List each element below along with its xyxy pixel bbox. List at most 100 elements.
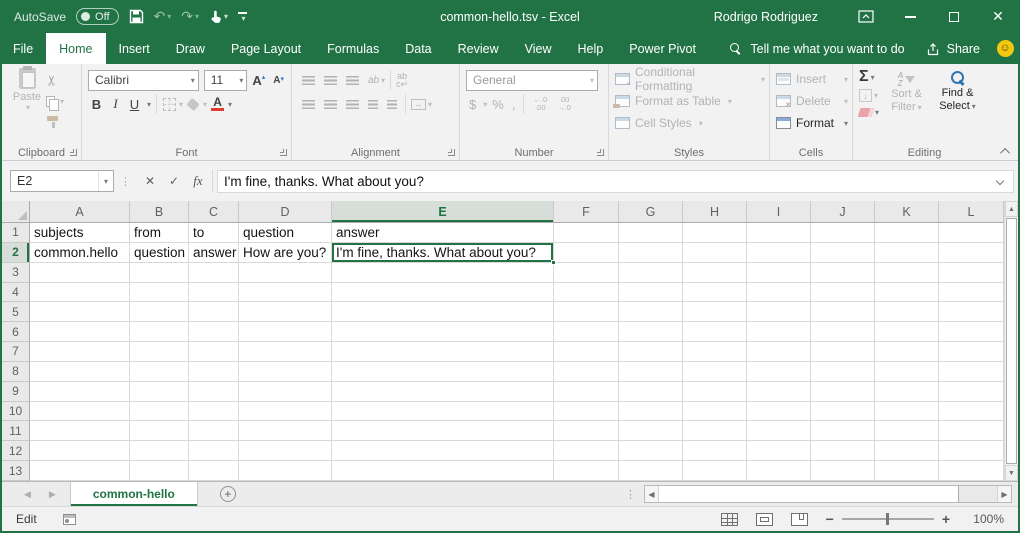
save-button[interactable] xyxy=(129,9,144,24)
undo-button[interactable]: ↶▾ xyxy=(154,8,172,25)
cell-B7[interactable] xyxy=(130,342,189,362)
font-color-button[interactable]: A ▾ xyxy=(209,97,232,111)
cell-I4[interactable] xyxy=(747,283,811,303)
cell-D2[interactable]: How are you? xyxy=(239,243,332,263)
cell-J4[interactable] xyxy=(811,283,875,303)
cell-G2[interactable] xyxy=(619,243,683,263)
cell-L3[interactable] xyxy=(939,263,1004,283)
tab-file[interactable]: File xyxy=(0,33,46,64)
cell-J10[interactable] xyxy=(811,402,875,422)
cell-D12[interactable] xyxy=(239,441,332,461)
cell-L8[interactable] xyxy=(939,362,1004,382)
column-header-G[interactable]: G xyxy=(619,201,683,223)
increase-font-size-button[interactable]: A▴ xyxy=(249,73,268,88)
cell-H11[interactable] xyxy=(683,421,747,441)
cell-A7[interactable] xyxy=(30,342,130,362)
cell-L4[interactable] xyxy=(939,283,1004,303)
align-center-button[interactable] xyxy=(324,100,337,109)
cut-button[interactable]: ✂ xyxy=(46,71,64,89)
clipboard-dialog-launcher[interactable] xyxy=(70,149,77,156)
font-dialog-launcher[interactable] xyxy=(280,149,287,156)
cell-H2[interactable] xyxy=(683,243,747,263)
tab-page-layout[interactable]: Page Layout xyxy=(218,33,314,64)
alignment-dialog-launcher[interactable] xyxy=(448,149,455,156)
insert-function-button[interactable]: fx xyxy=(186,170,210,192)
cell-E13[interactable] xyxy=(332,461,554,481)
row-header-9[interactable]: 9 xyxy=(2,382,30,402)
vertical-scroll-thumb[interactable] xyxy=(1006,218,1017,464)
ribbon-display-options-button[interactable] xyxy=(844,0,888,33)
font-color-dropdown-icon[interactable]: ▾ xyxy=(228,100,232,109)
next-sheet-icon[interactable]: ▶ xyxy=(49,489,56,500)
cell-styles-button[interactable]: Cell Styles ▾ xyxy=(615,112,765,134)
cell-H10[interactable] xyxy=(683,402,747,422)
touch-mode-dropdown-icon[interactable]: ▾ xyxy=(224,12,228,21)
cell-C4[interactable] xyxy=(189,283,239,303)
maximize-button[interactable] xyxy=(932,0,976,33)
tab-help[interactable]: Help xyxy=(565,33,617,64)
horizontal-scrollbar[interactable]: ◀ ▶ xyxy=(644,485,1012,503)
paste-button[interactable]: Paste ▾ xyxy=(8,68,46,131)
customize-quick-access-button[interactable]: ▾ xyxy=(238,12,247,21)
cell-F5[interactable] xyxy=(554,302,619,322)
orientation-button[interactable]: ab▾ xyxy=(368,75,385,86)
normal-view-button[interactable] xyxy=(721,513,738,526)
cell-B5[interactable] xyxy=(130,302,189,322)
cell-B8[interactable] xyxy=(130,362,189,382)
cell-K11[interactable] xyxy=(875,421,939,441)
row-header-10[interactable]: 10 xyxy=(2,402,30,422)
cell-G9[interactable] xyxy=(619,382,683,402)
cell-G11[interactable] xyxy=(619,421,683,441)
format-cells-button[interactable]: Format ▾ xyxy=(776,112,848,134)
cell-C9[interactable] xyxy=(189,382,239,402)
cell-C12[interactable] xyxy=(189,441,239,461)
cell-F13[interactable] xyxy=(554,461,619,481)
zoom-level[interactable]: 100% xyxy=(968,512,1004,526)
cell-C1[interactable]: to xyxy=(189,223,239,243)
cell-B3[interactable] xyxy=(130,263,189,283)
new-sheet-button[interactable]: + xyxy=(220,482,236,506)
cell-H5[interactable] xyxy=(683,302,747,322)
autosum-button[interactable]: Σ▾ xyxy=(859,69,879,85)
formula-input[interactable]: I'm fine, thanks. What about you? xyxy=(217,170,1014,193)
cell-D9[interactable] xyxy=(239,382,332,402)
format-painter-button[interactable] xyxy=(46,113,64,131)
cell-I6[interactable] xyxy=(747,322,811,342)
cell-C2[interactable]: answer xyxy=(189,243,239,263)
underline-dropdown-icon[interactable]: ▾ xyxy=(147,100,151,109)
cell-D10[interactable] xyxy=(239,402,332,422)
column-header-H[interactable]: H xyxy=(683,201,747,223)
cell-I5[interactable] xyxy=(747,302,811,322)
cell-G6[interactable] xyxy=(619,322,683,342)
cell-C8[interactable] xyxy=(189,362,239,382)
expand-formula-bar-icon[interactable] xyxy=(996,176,1004,184)
number-format-dropdown-icon[interactable]: ▾ xyxy=(590,76,594,85)
cell-K6[interactable] xyxy=(875,322,939,342)
cell-F3[interactable] xyxy=(554,263,619,283)
sort-filter-button[interactable]: AZ Sort &Filter▾ xyxy=(883,68,930,119)
clear-button[interactable]: ▾ xyxy=(859,106,879,119)
row-header-5[interactable]: 5 xyxy=(2,302,30,322)
cell-J2[interactable] xyxy=(811,243,875,263)
cell-I2[interactable] xyxy=(747,243,811,263)
cell-A4[interactable] xyxy=(30,283,130,303)
cell-G1[interactable] xyxy=(619,223,683,243)
minimize-button[interactable] xyxy=(888,0,932,33)
increase-indent-button[interactable] xyxy=(387,100,397,109)
font-family-dropdown-icon[interactable]: ▾ xyxy=(191,76,195,85)
accounting-format-button[interactable]: $ xyxy=(466,97,479,112)
cell-E9[interactable] xyxy=(332,382,554,402)
cell-H3[interactable] xyxy=(683,263,747,283)
align-bottom-button[interactable] xyxy=(346,76,359,85)
tab-draw[interactable]: Draw xyxy=(163,33,218,64)
cell-C5[interactable] xyxy=(189,302,239,322)
copy-button[interactable]: ▾ xyxy=(46,92,64,110)
horizontal-scroll-thumb[interactable] xyxy=(659,486,959,502)
cell-F11[interactable] xyxy=(554,421,619,441)
cell-E1[interactable]: answer xyxy=(332,223,554,243)
cell-J8[interactable] xyxy=(811,362,875,382)
cell-L10[interactable] xyxy=(939,402,1004,422)
cell-F9[interactable] xyxy=(554,382,619,402)
font-size-select[interactable]: 11▾ xyxy=(204,70,248,91)
tab-view[interactable]: View xyxy=(512,33,565,64)
